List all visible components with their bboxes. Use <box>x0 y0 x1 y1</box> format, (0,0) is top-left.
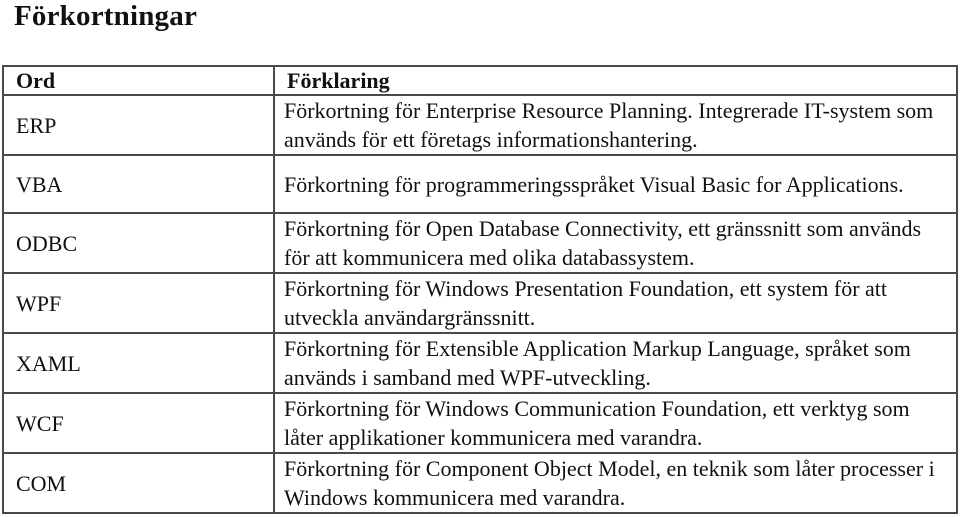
explanation-cell: Förkortning för Component Object Model, … <box>273 452 958 514</box>
abbreviation-cell: ERP <box>2 94 275 156</box>
table-row: ODBC Förkortning för Open Database Conne… <box>2 212 958 274</box>
abbreviation-cell: XAML <box>2 332 275 394</box>
table-row: WCF Förkortning för Windows Communicatio… <box>2 392 958 454</box>
page-title: Förkortningar <box>14 0 198 32</box>
table-row: WPF Förkortning för Windows Presentation… <box>2 272 958 334</box>
table-header-row: Ord Förklaring <box>2 65 958 96</box>
table-row: ERP Förkortning för Enterprise Resource … <box>2 94 958 156</box>
abbreviation-cell: ODBC <box>2 212 275 274</box>
explanation-cell: Förkortning för Open Database Connectivi… <box>273 212 958 274</box>
abbreviation-cell: COM <box>2 452 275 514</box>
column-header-word: Ord <box>2 65 275 96</box>
explanation-cell: Förkortning för Enterprise Resource Plan… <box>273 94 958 156</box>
explanation-cell: Förkortning för Windows Presentation Fou… <box>273 272 958 334</box>
explanation-cell: Förkortning för Windows Communication Fo… <box>273 392 958 454</box>
table-row: COM Förkortning för Component Object Mod… <box>2 452 958 514</box>
abbreviation-cell: WCF <box>2 392 275 454</box>
abbreviation-cell: WPF <box>2 272 275 334</box>
explanation-cell: Förkortning för Extensible Application M… <box>273 332 958 394</box>
table-row: VBA Förkortning för programmeringsspråke… <box>2 154 958 214</box>
abbreviations-table: Ord Förklaring ERP Förkortning för Enter… <box>2 65 958 514</box>
explanation-cell: Förkortning för programmeringsspråket Vi… <box>273 154 958 214</box>
column-header-explanation: Förklaring <box>273 65 958 96</box>
table-row: XAML Förkortning för Extensible Applicat… <box>2 332 958 394</box>
abbreviation-cell: VBA <box>2 154 275 214</box>
